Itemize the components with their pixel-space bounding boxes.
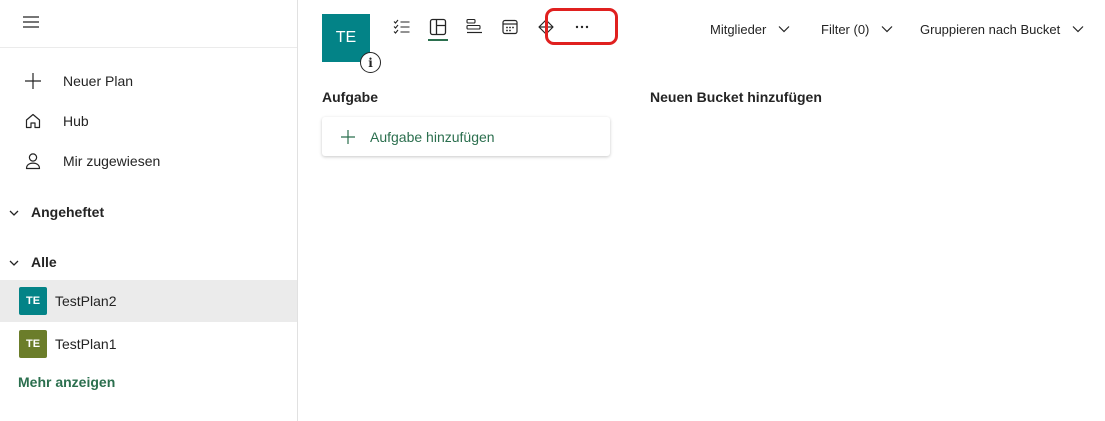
active-view-indicator: [428, 39, 448, 41]
hamburger-menu-icon[interactable]: [22, 13, 40, 31]
chevron-down-icon: [778, 23, 790, 35]
plan-badge: TE: [19, 287, 47, 315]
section-label: Angeheftet: [31, 204, 105, 220]
filter-dropdown[interactable]: Filter (0): [821, 18, 893, 40]
bucket-title[interactable]: Aufgabe: [322, 89, 378, 105]
plus-icon: [340, 129, 356, 145]
sidebar-item-label: Mir zugewiesen: [63, 153, 161, 169]
plan-name: TestPlan2: [55, 293, 117, 309]
plan-name: TestPlan1: [55, 336, 117, 352]
sidebar-item-label: Neuer Plan: [63, 73, 134, 89]
section-label: Alle: [31, 254, 57, 270]
group-by-dropdown[interactable]: Gruppieren nach Bucket: [920, 18, 1084, 40]
sidebar-item-assigned-to-me[interactable]: Mir zugewiesen: [0, 142, 297, 180]
info-glyph: i: [368, 55, 373, 70]
chevron-down-icon: [881, 23, 893, 35]
group-by-label: Gruppieren nach Bucket: [920, 21, 1061, 37]
sidebar-divider: [0, 47, 297, 48]
sidebar-item-label: Hub: [63, 113, 89, 129]
calendar-view-icon[interactable]: [497, 14, 523, 40]
board-view-icon[interactable]: [425, 14, 451, 40]
show-more-link[interactable]: Mehr anzeigen: [18, 374, 115, 390]
section-pinned[interactable]: Angeheftet: [0, 197, 297, 227]
sidebar-plan-testplan1[interactable]: TE TestPlan1: [0, 323, 297, 365]
chevron-down-icon: [8, 256, 20, 268]
sidebar-plan-testplan2[interactable]: TE TestPlan2: [0, 280, 297, 322]
sidebar: Neuer Plan Hub Mir zugewiesen Angeheftet…: [0, 0, 298, 421]
chevron-down-icon: [1072, 23, 1084, 35]
list-view-icon[interactable]: [389, 14, 415, 40]
plan-badge: TE: [19, 330, 47, 358]
members-label: Mitglieder: [710, 21, 767, 37]
schedule-view-icon[interactable]: [461, 14, 487, 40]
add-task-button[interactable]: Aufgabe hinzufügen: [322, 117, 610, 156]
sidebar-item-new-plan[interactable]: Neuer Plan: [0, 62, 297, 100]
info-icon[interactable]: i: [360, 52, 381, 73]
chevron-down-icon: [8, 206, 20, 218]
plus-icon: [23, 71, 43, 91]
sidebar-item-hub[interactable]: Hub: [0, 102, 297, 140]
members-dropdown[interactable]: Mitglieder: [710, 18, 790, 40]
person-icon: [23, 151, 43, 171]
section-all[interactable]: Alle: [0, 247, 297, 277]
more-options-icon[interactable]: [569, 14, 595, 40]
add-task-label: Aufgabe hinzufügen: [370, 128, 495, 145]
people-view-icon[interactable]: [533, 14, 559, 40]
add-bucket-button[interactable]: Neuen Bucket hinzufügen: [650, 89, 822, 105]
filter-label: Filter (0): [821, 21, 870, 37]
home-icon: [23, 111, 43, 131]
